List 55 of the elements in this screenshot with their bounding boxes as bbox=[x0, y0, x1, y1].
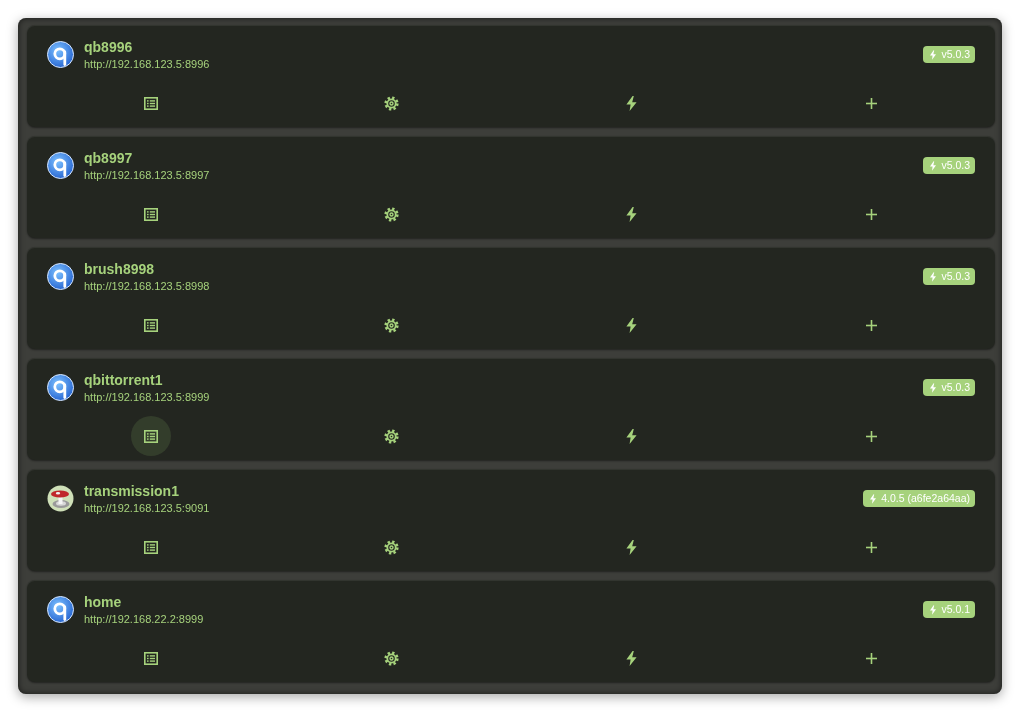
settings-icon bbox=[383, 95, 399, 111]
server-url: http://192.168.123.5:8996 bbox=[84, 57, 210, 72]
server-name: qbittorrent1 bbox=[84, 371, 163, 389]
bolt-icon bbox=[625, 650, 637, 666]
server-url: http://192.168.123.5:9091 bbox=[84, 501, 210, 516]
server-url: http://192.168.123.5:8999 bbox=[84, 390, 210, 405]
version-text: 4.0.5 (a6fe2a64aa) bbox=[881, 492, 970, 505]
bolt-icon bbox=[870, 493, 877, 504]
list-icon bbox=[144, 318, 158, 332]
server-name: qb8997 bbox=[84, 149, 133, 167]
version-text: v5.0.3 bbox=[941, 270, 970, 283]
bolt-icon bbox=[930, 271, 937, 282]
server-url: http://192.168.123.5:8998 bbox=[84, 279, 210, 294]
app-logo-icon bbox=[47, 596, 74, 623]
plus-icon bbox=[865, 208, 877, 220]
bolt-icon bbox=[625, 317, 637, 333]
list-icon bbox=[144, 207, 158, 221]
bolt-icon bbox=[930, 160, 937, 171]
version-text: v5.0.3 bbox=[941, 48, 970, 61]
bolt-icon bbox=[625, 95, 637, 111]
list-icon bbox=[144, 540, 158, 554]
plus-icon bbox=[865, 652, 877, 664]
server-name: qb8996 bbox=[84, 38, 133, 56]
plus-icon bbox=[865, 319, 877, 331]
app-logo-icon bbox=[47, 374, 74, 401]
bolt-icon bbox=[930, 382, 937, 393]
settings-icon bbox=[383, 317, 399, 333]
server-url: http://192.168.22.2:8999 bbox=[84, 612, 204, 627]
plus-icon bbox=[865, 97, 877, 109]
version-text: v5.0.1 bbox=[941, 603, 970, 616]
list-icon bbox=[144, 429, 158, 443]
version-text: v5.0.3 bbox=[941, 159, 970, 172]
server-name: transmission1 bbox=[84, 482, 179, 500]
settings-icon bbox=[383, 539, 399, 555]
settings-icon bbox=[383, 650, 399, 666]
server-name: home bbox=[84, 593, 122, 611]
server-url: http://192.168.123.5:8997 bbox=[84, 168, 210, 183]
bolt-icon bbox=[930, 604, 937, 615]
list-icon bbox=[144, 96, 158, 110]
server-name: brush8998 bbox=[84, 260, 155, 278]
plus-icon bbox=[865, 430, 877, 442]
app-logo-icon bbox=[47, 485, 74, 512]
app-logo-icon bbox=[47, 152, 74, 179]
plus-icon bbox=[865, 541, 877, 553]
list-button[interactable] bbox=[131, 416, 171, 456]
settings-icon bbox=[383, 428, 399, 444]
list-icon bbox=[144, 651, 158, 665]
bolt-icon bbox=[625, 539, 637, 555]
bolt-icon bbox=[930, 49, 937, 60]
app-logo-icon bbox=[47, 263, 74, 290]
settings-icon bbox=[383, 206, 399, 222]
bolt-icon bbox=[625, 428, 637, 444]
version-text: v5.0.3 bbox=[941, 381, 970, 394]
bolt-icon bbox=[625, 206, 637, 222]
app-logo-icon bbox=[47, 41, 74, 68]
